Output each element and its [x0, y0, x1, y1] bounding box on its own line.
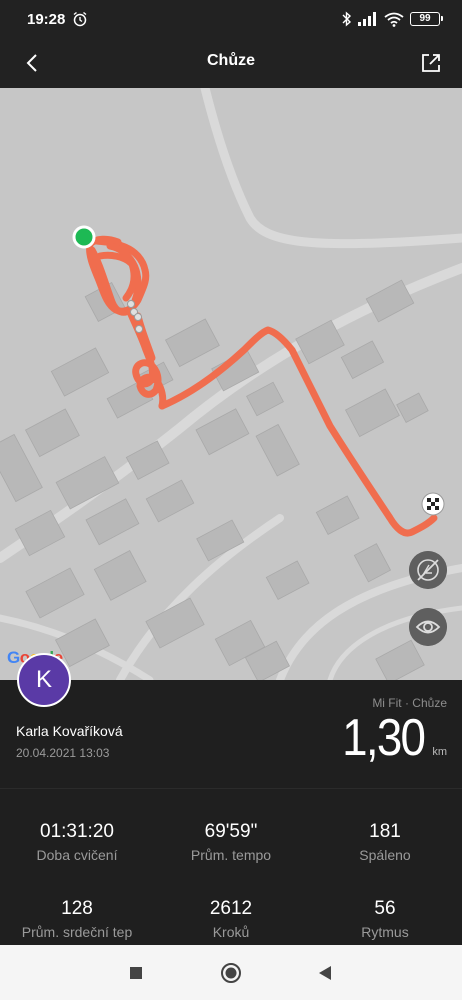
- status-icons: 99: [342, 11, 443, 27]
- wifi-icon: [384, 12, 404, 27]
- stat-label: Kroků: [212, 924, 250, 940]
- status-bar: 19:28 99: [0, 0, 462, 38]
- status-time: 19:28: [27, 11, 66, 28]
- stat-heart-rate: 128 Prům. srdeční tep: [0, 898, 154, 940]
- map-base: [0, 88, 462, 680]
- stat-label: Spáleno: [359, 847, 411, 863]
- stat-label: Rytmus: [361, 924, 409, 940]
- recents-square-icon[interactable]: [122, 959, 150, 987]
- stat-value: 128: [61, 898, 93, 919]
- alarm-icon: [73, 11, 87, 27]
- route-map[interactable]: Google: [0, 88, 462, 680]
- distance-unit: km: [432, 746, 447, 758]
- share-button[interactable]: [416, 48, 446, 78]
- workout-summary: Karla Kovaříková 20.04.2021 13:03 Mi Fit…: [0, 680, 462, 788]
- stat-duration: 01:31:20 Doba cvičení: [0, 821, 154, 863]
- home-circle-icon[interactable]: [217, 959, 245, 987]
- signal-icon: [358, 12, 376, 26]
- avatar[interactable]: K: [17, 653, 71, 707]
- stat-label: Prům. tempo: [190, 847, 272, 863]
- stat-cadence: 56 Rytmus: [308, 898, 462, 940]
- system-nav-bar: [0, 945, 462, 1000]
- stat-value: 2612: [209, 898, 253, 919]
- stat-steps: 2612 Kroků: [154, 898, 308, 940]
- stats-grid: 01:31:20 Doba cvičení 69'59" Prům. tempo…: [0, 789, 462, 945]
- stat-value: 01:31:20: [40, 821, 114, 842]
- page-title: Chůze: [207, 52, 255, 69]
- app-bar: Chůze: [0, 38, 462, 88]
- stat-value: 56: [374, 898, 396, 919]
- stat-label: Doba cvičení: [36, 847, 118, 863]
- stat-value: 181: [369, 821, 401, 842]
- workout-date: 20.04.2021 13:03: [16, 746, 110, 760]
- stat-calories: 181 Spáleno: [308, 821, 462, 863]
- stat-pace: 69'59" Prům. tempo: [154, 821, 308, 863]
- map-layers-off-button[interactable]: [409, 551, 447, 589]
- stat-value: 69'59": [204, 821, 258, 842]
- battery-icon: 99: [410, 12, 443, 26]
- bluetooth-icon: [342, 11, 352, 27]
- distance-value: 1,30: [341, 709, 426, 767]
- eye-button[interactable]: [409, 608, 447, 646]
- back-triangle-icon[interactable]: [311, 959, 339, 987]
- stat-label: Prům. srdeční tep: [21, 924, 133, 940]
- finish-flag-icon: [421, 492, 445, 516]
- user-name: Karla Kovaříková: [16, 723, 123, 739]
